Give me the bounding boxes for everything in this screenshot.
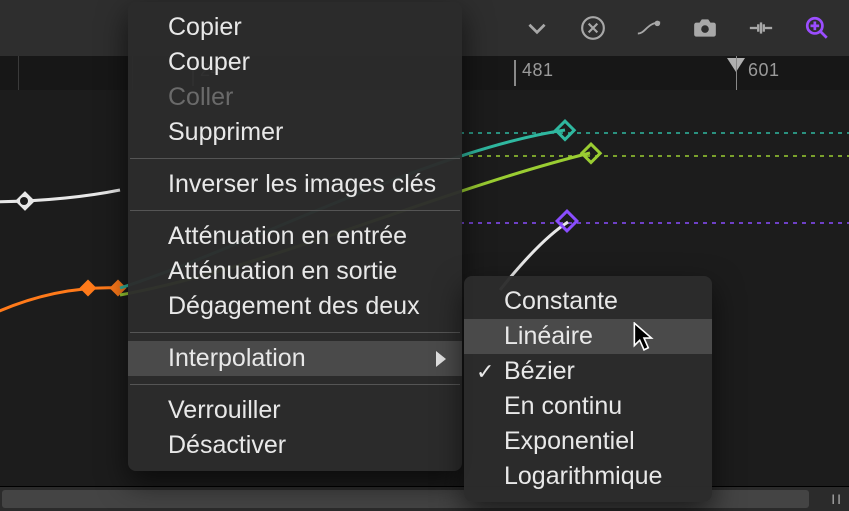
menu-item-paste: Coller <box>128 80 462 115</box>
menu-item-label: Atténuation en entrée <box>168 222 407 250</box>
menu-item-ease-out[interactable]: Atténuation en sortie <box>128 254 462 289</box>
horizontal-scrollbar[interactable]: II <box>0 486 849 511</box>
menu-item-label: En continu <box>504 392 622 420</box>
zoom-icon[interactable] <box>803 14 831 42</box>
menu-item-label: Couper <box>168 48 250 76</box>
menu-separator <box>130 210 460 211</box>
submenu-arrow-icon <box>436 351 446 367</box>
submenu-item-linear[interactable]: Linéaire <box>464 319 712 354</box>
menu-item-lock[interactable]: Verrouiller <box>128 393 462 428</box>
menu-item-ease-both[interactable]: Dégagement des deux <box>128 289 462 324</box>
submenu-item-bezier[interactable]: ✓ Bézier <box>464 354 712 389</box>
curve-edit-icon[interactable] <box>635 14 663 42</box>
menu-item-interpolation[interactable]: Interpolation <box>128 341 462 376</box>
menu-separator <box>130 384 460 385</box>
camera-icon[interactable] <box>691 14 719 42</box>
menu-item-ease-in[interactable]: Atténuation en entrée <box>128 219 462 254</box>
checkmark-icon: ✓ <box>476 359 494 385</box>
snap-icon[interactable] <box>747 14 775 42</box>
submenu-item-continuous[interactable]: En continu <box>464 389 712 424</box>
menu-item-label: Dégagement des deux <box>168 292 420 320</box>
menu-item-label: Logarithmique <box>504 462 662 490</box>
close-circle-icon[interactable] <box>579 14 607 42</box>
ruler-label: 601 <box>748 60 780 81</box>
submenu-item-exponential[interactable]: Exponentiel <box>464 424 712 459</box>
menu-item-label: Interpolation <box>168 344 306 372</box>
menu-item-label: Verrouiller <box>168 396 281 424</box>
menu-item-label: Coller <box>168 83 233 111</box>
menu-item-reverse-keyframes[interactable]: Inverser les images clés <box>128 167 462 202</box>
menu-item-label: Exponentiel <box>504 427 635 455</box>
menu-item-label: Désactiver <box>168 431 286 459</box>
menu-item-label: Atténuation en sortie <box>168 257 397 285</box>
menu-item-delete[interactable]: Supprimer <box>128 115 462 150</box>
context-menu: Copier Couper Coller Supprimer Inverser … <box>128 2 462 471</box>
menu-item-disable[interactable]: Désactiver <box>128 428 462 463</box>
menu-item-copy[interactable]: Copier <box>128 10 462 45</box>
scrollbar-end-cap: II <box>831 491 843 507</box>
menu-item-label: Inverser les images clés <box>168 170 436 198</box>
submenu-item-logarithmic[interactable]: Logarithmique <box>464 459 712 494</box>
chevron-down-icon[interactable] <box>523 14 551 42</box>
menu-item-label: Linéaire <box>504 322 593 350</box>
menu-item-label: Copier <box>168 13 242 41</box>
menu-item-label: Constante <box>504 287 618 315</box>
menu-separator <box>130 158 460 159</box>
menu-item-cut[interactable]: Couper <box>128 45 462 80</box>
submenu-item-constant[interactable]: Constante <box>464 284 712 319</box>
interpolation-submenu: Constante Linéaire ✓ Bézier En continu Ex… <box>464 276 712 502</box>
menu-item-label: Supprimer <box>168 118 283 146</box>
ruler-label: 481 <box>514 60 554 86</box>
menu-separator <box>130 332 460 333</box>
menu-item-label: Bézier <box>504 357 575 385</box>
